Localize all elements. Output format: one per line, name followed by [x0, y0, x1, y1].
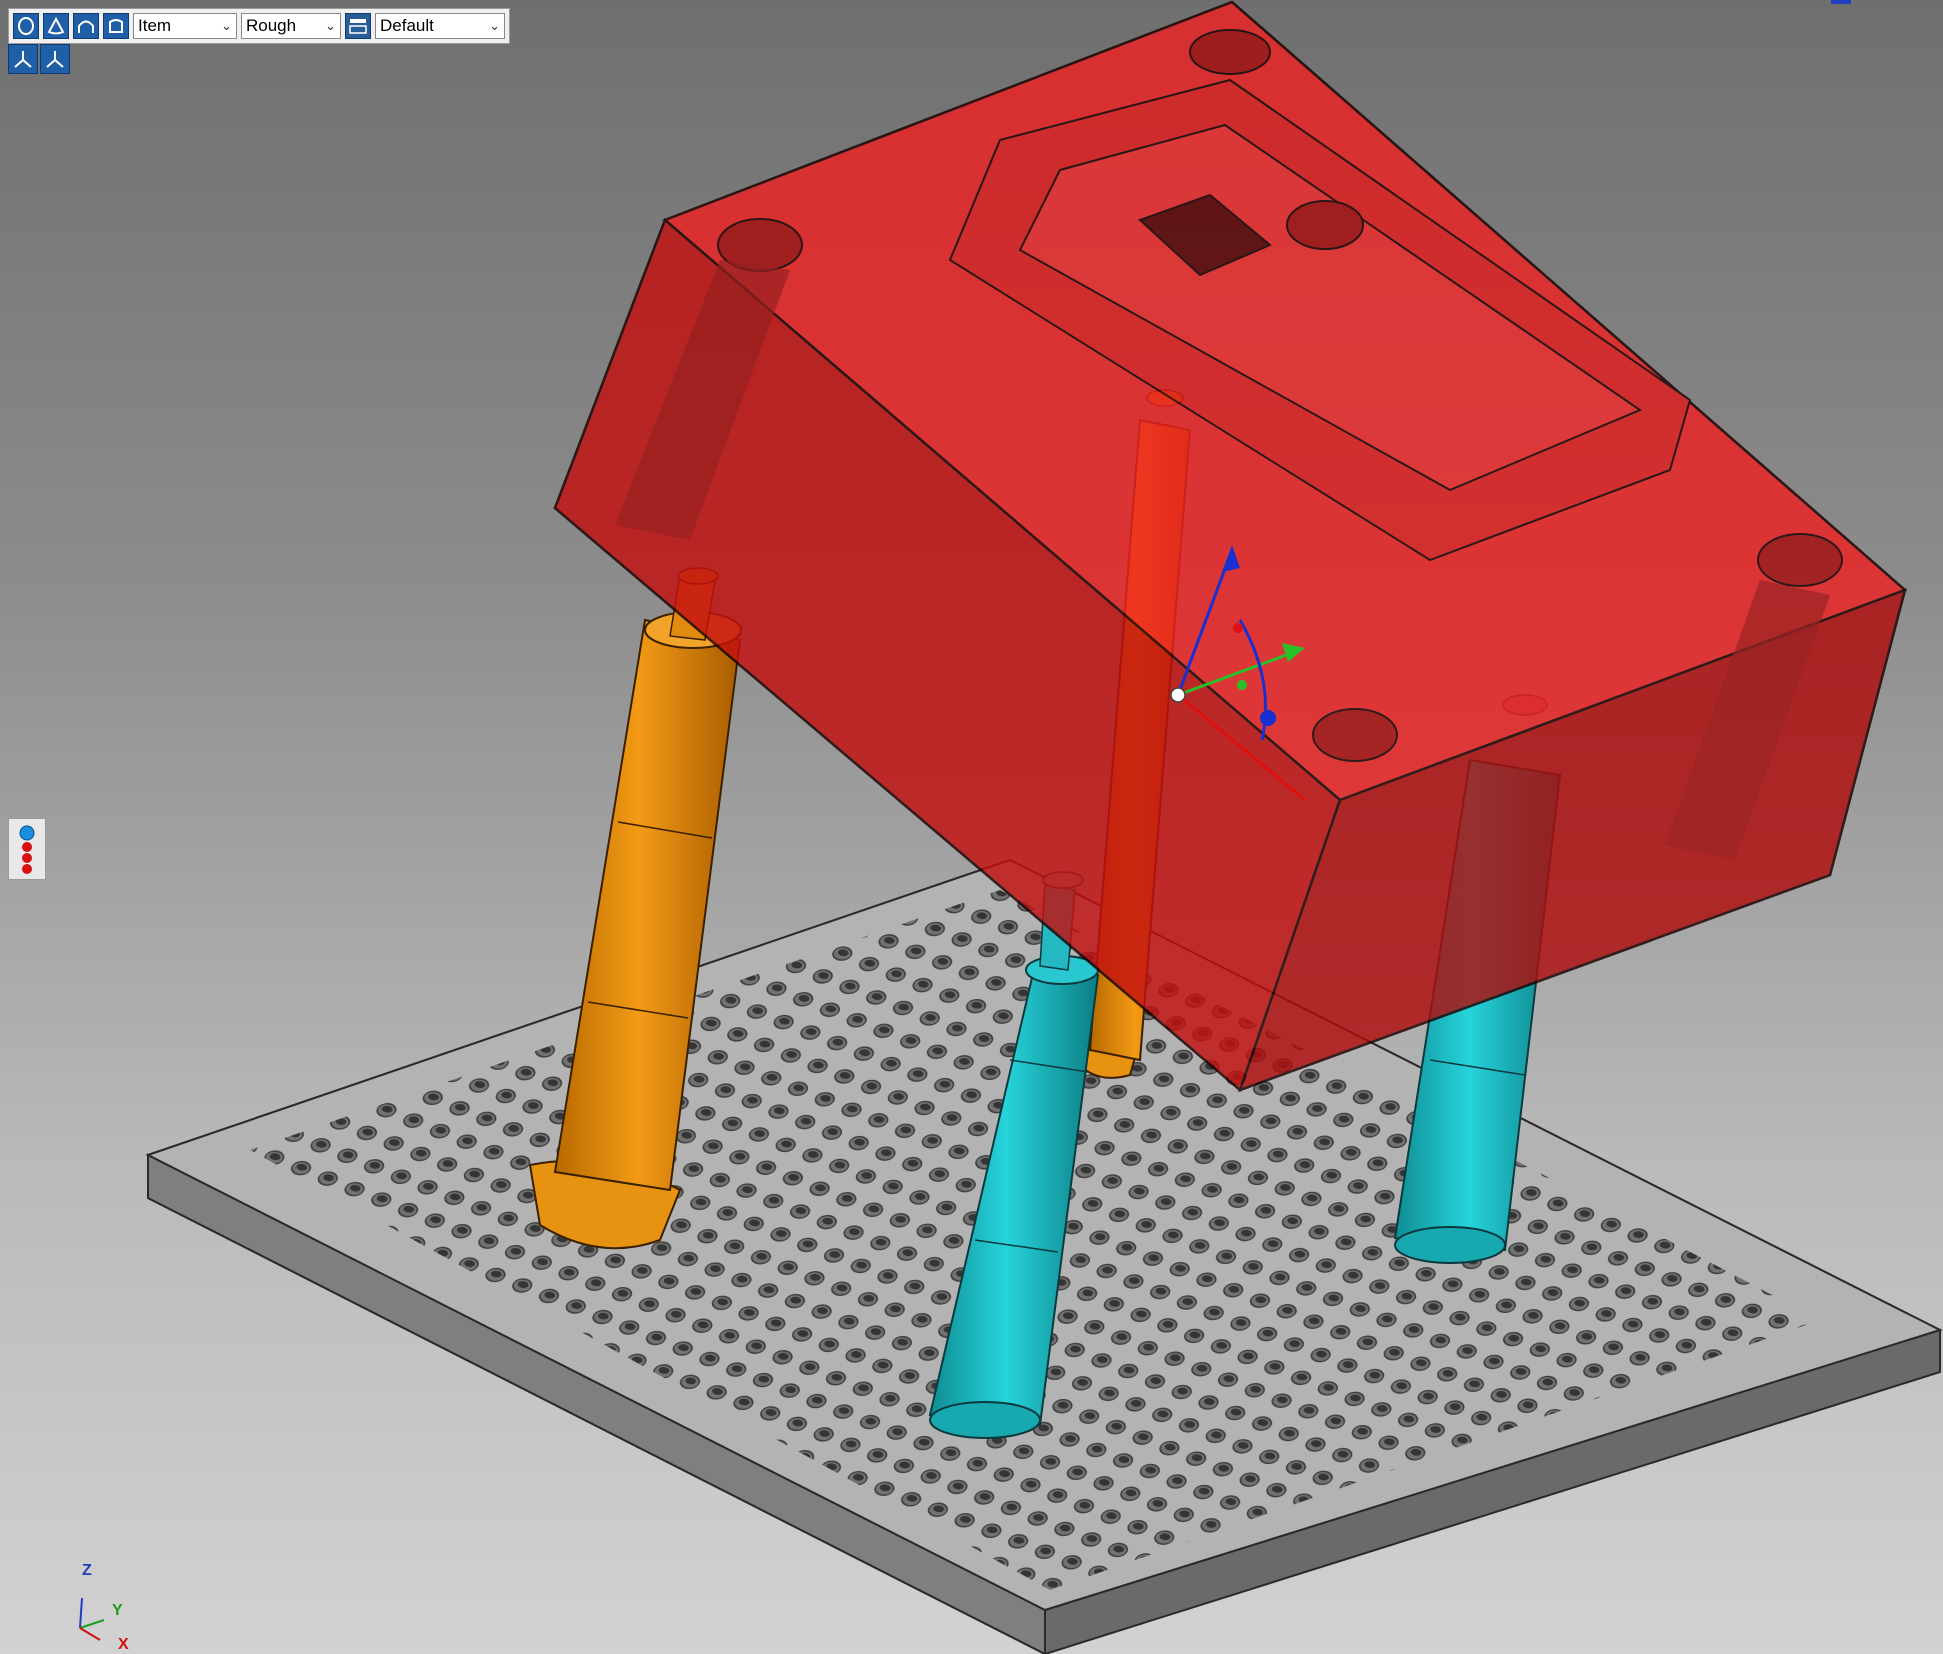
axis-triad-icon[interactable]: [8, 44, 38, 74]
quality-dropdown[interactable]: Rough ⌄: [241, 13, 341, 39]
3d-viewport[interactable]: Item ⌄ Rough ⌄ Default ⌄ Z Y X: [0, 0, 1943, 1654]
chevron-down-icon: ⌄: [221, 18, 232, 33]
selection-mode-dropdown[interactable]: Item ⌄: [133, 13, 237, 39]
display-style-dropdown[interactable]: Default ⌄: [375, 13, 505, 39]
quality-value: Rough: [246, 16, 297, 35]
secondary-toolbar: [8, 44, 70, 76]
axis-triad: Z Y X: [60, 1550, 150, 1653]
selection-mode-value: Item: [138, 16, 172, 35]
cone-icon[interactable]: [43, 13, 69, 39]
arch-icon[interactable]: [73, 13, 99, 39]
chevron-down-icon: ⌄: [489, 18, 500, 33]
axis-label-y: Y: [112, 1602, 123, 1619]
window-corner-marker: [1831, 0, 1851, 4]
scene-canvas[interactable]: [0, 0, 1943, 1654]
display-layout-icon[interactable]: [345, 13, 371, 39]
shaded-circle-icon[interactable]: [13, 13, 39, 39]
axis-triad-alt-icon[interactable]: [40, 44, 70, 74]
axis-triad-icon: [79, 1597, 105, 1641]
box-face-icon[interactable]: [103, 13, 129, 39]
display-style-value: Default: [380, 16, 434, 35]
view-toolbar: Item ⌄ Rough ⌄ Default ⌄: [8, 8, 510, 44]
axis-label-x: X: [118, 1636, 129, 1653]
axis-label-z: Z: [82, 1562, 92, 1579]
color-markers-icon[interactable]: [8, 818, 46, 880]
mold-block[interactable]: [553, 0, 1908, 1093]
chevron-down-icon: ⌄: [325, 18, 336, 33]
